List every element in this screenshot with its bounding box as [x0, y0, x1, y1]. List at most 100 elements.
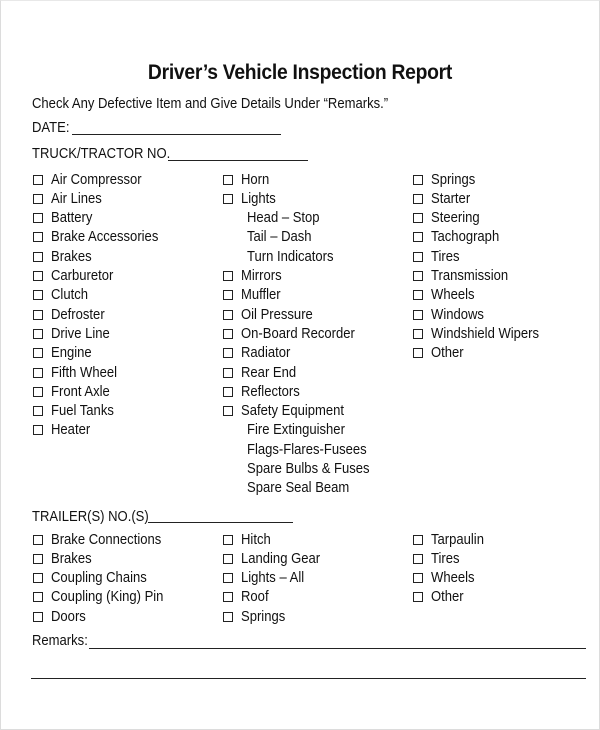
truck-checklist-item-fuel-tanks[interactable]: Fuel Tanks: [33, 402, 121, 421]
truck-checklist-item-on-board-recorder[interactable]: On-Board Recorder: [223, 324, 368, 343]
checkbox[interactable]: [413, 193, 423, 204]
remarks-field-line-2[interactable]: [31, 678, 586, 679]
truck-checklist-item-battery[interactable]: Battery: [33, 209, 97, 228]
trailer-checklist-item-other[interactable]: Other: [413, 588, 467, 607]
truck-checklist-item-horn[interactable]: Horn: [223, 170, 272, 189]
truck-checklist-item-oil-pressure[interactable]: Oil Pressure: [223, 305, 321, 324]
checkbox[interactable]: [413, 328, 423, 339]
trailer-field[interactable]: [148, 522, 293, 523]
checkbox[interactable]: [413, 573, 423, 584]
checkbox[interactable]: [413, 592, 423, 603]
truck-checklist-item-brakes[interactable]: Brakes: [33, 247, 96, 266]
checkbox[interactable]: [33, 309, 43, 320]
trailer-checklist-item-brakes[interactable]: Brakes: [33, 549, 96, 568]
truck-checklist-item-radiator[interactable]: Radiator: [223, 344, 296, 363]
checkbox[interactable]: [33, 592, 43, 603]
checkbox[interactable]: [33, 534, 43, 545]
checkbox[interactable]: [413, 309, 423, 320]
checkbox[interactable]: [223, 592, 233, 603]
truck-checklist-item-windshield-wipers[interactable]: Windshield Wipers: [413, 324, 551, 343]
truck-checklist-item-mirrors[interactable]: Mirrors: [223, 267, 286, 286]
checkbox[interactable]: [413, 251, 423, 262]
trailer-checklist-item-lights-all[interactable]: Lights – All: [223, 569, 311, 588]
checkbox[interactable]: [223, 348, 233, 359]
trailer-checklist-item-doors[interactable]: Doors: [33, 607, 90, 626]
truck-checklist-item-brake-accessories[interactable]: Brake Accessories: [33, 228, 170, 247]
checkbox[interactable]: [33, 232, 43, 243]
checkbox[interactable]: [33, 328, 43, 339]
checkbox[interactable]: [33, 348, 43, 359]
checkbox[interactable]: [33, 271, 43, 281]
trailer-checklist-item-tires[interactable]: Tires: [413, 549, 463, 568]
checkbox[interactable]: [413, 174, 423, 185]
truck-checklist-item-heater[interactable]: Heater: [33, 421, 95, 440]
checkbox[interactable]: [413, 348, 423, 359]
checkbox[interactable]: [413, 534, 423, 545]
truck-tractor-field[interactable]: [168, 160, 308, 161]
checkbox[interactable]: [223, 573, 233, 584]
checkbox[interactable]: [223, 328, 233, 339]
truck-checklist-item-tires[interactable]: Tires: [413, 247, 463, 266]
trailer-checklist-item-coupling-king-pin[interactable]: Coupling (King) Pin: [33, 588, 176, 607]
checkbox[interactable]: [33, 553, 43, 564]
trailer-checklist-item-coupling-chains[interactable]: Coupling Chains: [33, 569, 157, 588]
truck-checklist-item-rear-end[interactable]: Rear End: [223, 363, 302, 382]
trailer-checklist-item-wheels[interactable]: Wheels: [413, 569, 479, 588]
checkbox[interactable]: [223, 309, 233, 320]
checkbox[interactable]: [33, 213, 43, 224]
checkbox[interactable]: [223, 534, 233, 545]
checkbox[interactable]: [33, 290, 43, 301]
date-field[interactable]: [72, 134, 281, 135]
truck-checklist-item-lights[interactable]: Lights: [223, 189, 280, 208]
truck-checklist-item-reflectors[interactable]: Reflectors: [223, 382, 306, 401]
checkbox[interactable]: [223, 271, 233, 281]
checkbox[interactable]: [223, 406, 233, 417]
checkbox[interactable]: [223, 174, 233, 185]
remarks-field-line-1[interactable]: [89, 648, 586, 649]
truck-checklist-item-muffler[interactable]: Muffler: [223, 286, 285, 305]
trailer-checklist-item-hitch[interactable]: Hitch: [223, 530, 274, 549]
checkbox[interactable]: [413, 232, 423, 243]
checkbox[interactable]: [223, 553, 233, 564]
checkbox[interactable]: [33, 386, 43, 397]
truck-checklist-item-air-lines[interactable]: Air Lines: [33, 189, 107, 208]
checkbox[interactable]: [413, 271, 423, 281]
truck-checklist-item-tachograph[interactable]: Tachograph: [413, 228, 507, 247]
truck-checklist-item-wheels[interactable]: Wheels: [413, 286, 479, 305]
truck-checklist-item-windows[interactable]: Windows: [413, 305, 490, 324]
checkbox[interactable]: [33, 406, 43, 417]
truck-checklist-item-steering[interactable]: Steering: [413, 209, 485, 228]
trailer-checklist-item-brake-connections[interactable]: Brake Connections: [33, 530, 174, 549]
truck-checklist-item-engine[interactable]: Engine: [33, 344, 96, 363]
truck-checklist-item-front-axle[interactable]: Front Axle: [33, 382, 116, 401]
checkbox[interactable]: [223, 386, 233, 397]
checkbox[interactable]: [33, 573, 43, 584]
truck-checklist-item-air-compressor[interactable]: Air Compressor: [33, 170, 152, 189]
checkbox[interactable]: [33, 611, 43, 622]
checkbox[interactable]: [33, 367, 43, 378]
truck-checklist-item-fifth-wheel[interactable]: Fifth Wheel: [33, 363, 124, 382]
checkbox[interactable]: [223, 611, 233, 622]
truck-checklist-item-carburetor[interactable]: Carburetor: [33, 267, 120, 286]
checkbox[interactable]: [33, 251, 43, 262]
checkbox[interactable]: [413, 290, 423, 301]
checkbox[interactable]: [413, 553, 423, 564]
truck-checklist-item-safety-equipment[interactable]: Safety Equipment: [223, 402, 355, 421]
truck-checklist-item-clutch[interactable]: Clutch: [33, 286, 92, 305]
checkbox[interactable]: [33, 174, 43, 185]
checkbox[interactable]: [33, 425, 43, 436]
truck-checklist-item-starter[interactable]: Starter: [413, 189, 475, 208]
trailer-checklist-item-roof[interactable]: Roof: [223, 588, 272, 607]
trailer-checklist-item-springs[interactable]: Springs: [223, 607, 290, 626]
trailer-checklist-item-tarpaulin[interactable]: Tarpaulin: [413, 530, 490, 549]
checkbox[interactable]: [223, 367, 233, 378]
truck-checklist-item-defroster[interactable]: Defroster: [33, 305, 111, 324]
truck-checklist-item-other[interactable]: Other: [413, 344, 467, 363]
checkbox[interactable]: [33, 193, 43, 204]
truck-checklist-item-springs[interactable]: Springs: [413, 170, 480, 189]
checkbox[interactable]: [413, 213, 423, 224]
trailer-checklist-item-landing-gear[interactable]: Landing Gear: [223, 549, 329, 568]
checkbox[interactable]: [223, 193, 233, 204]
checkbox[interactable]: [223, 290, 233, 301]
truck-checklist-item-transmission[interactable]: Transmission: [413, 267, 517, 286]
